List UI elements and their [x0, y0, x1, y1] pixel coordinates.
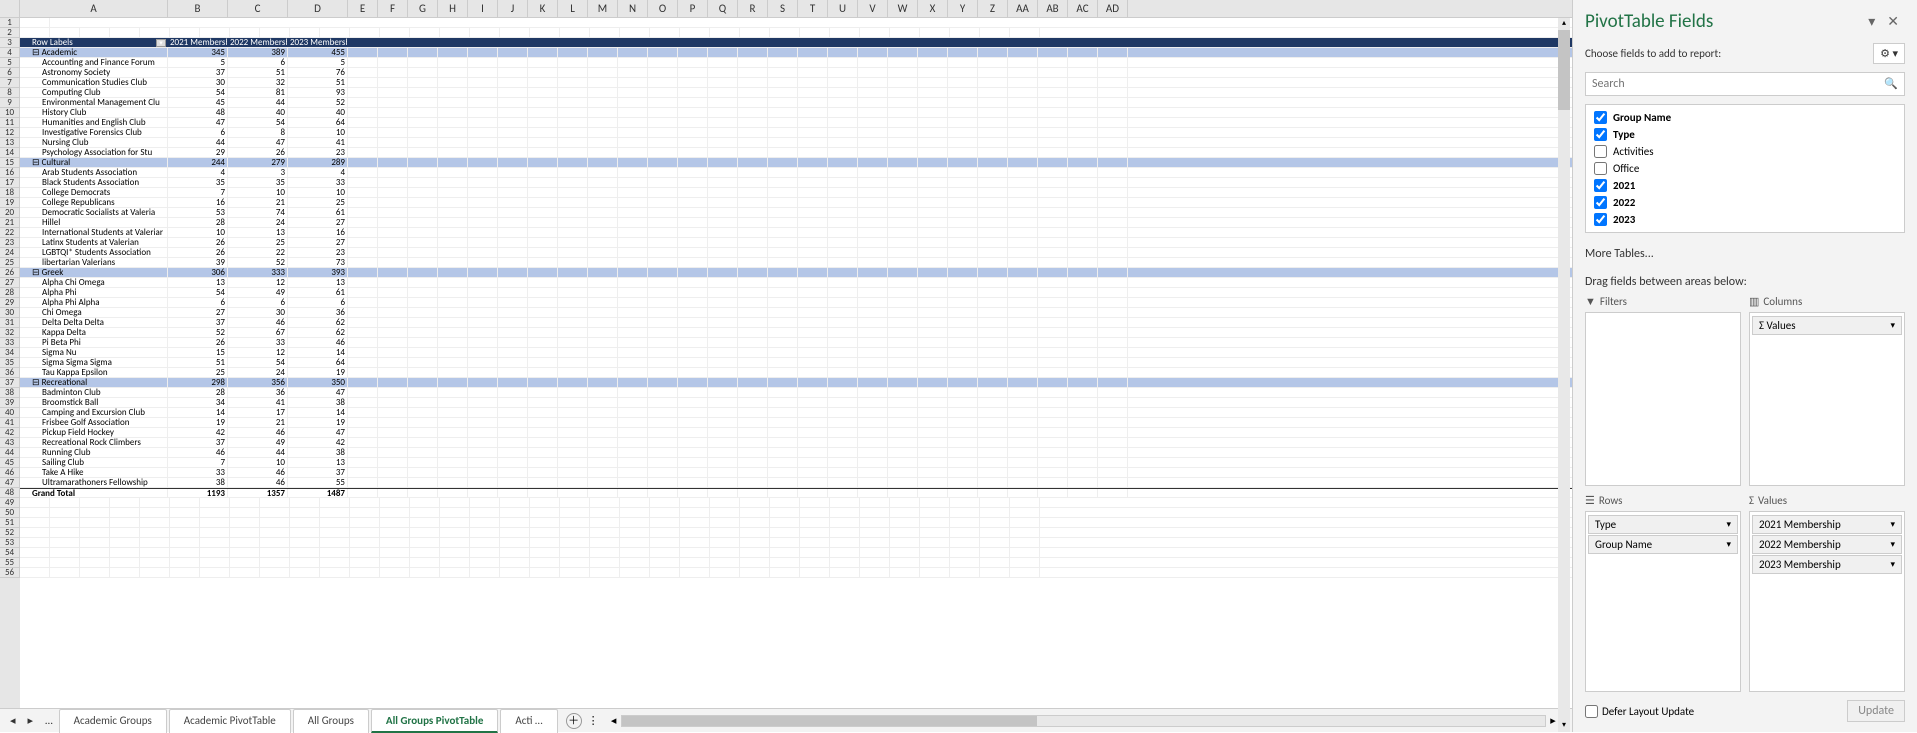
filters-area: ▼Filters: [1585, 295, 1741, 486]
col-Q[interactable]: Q: [708, 0, 738, 17]
field-item[interactable]: 2021: [1586, 177, 1904, 194]
rows-dropzone[interactable]: Type▾Group Name▾: [1585, 511, 1741, 692]
col-R[interactable]: R: [738, 0, 768, 17]
col-L[interactable]: L: [558, 0, 588, 17]
col-F[interactable]: F: [378, 0, 408, 17]
scroll-up-icon[interactable]: ▴: [1558, 18, 1570, 30]
columns-area: ▥Columns Σ Values▾: [1749, 295, 1905, 486]
col-AC[interactable]: AC: [1068, 0, 1098, 17]
defer-update-checkbox[interactable]: Defer Layout Update: [1585, 705, 1694, 718]
area-field-item[interactable]: 2021 Membership▾: [1752, 515, 1902, 534]
col-N[interactable]: N: [618, 0, 648, 17]
rowlabels-dropdown-icon[interactable]: ▾: [156, 39, 166, 47]
scroll-down-icon[interactable]: ▾: [1558, 720, 1570, 732]
tab-prev-icon[interactable]: ◂: [4, 714, 22, 727]
col-B[interactable]: B: [168, 0, 228, 17]
col-S[interactable]: S: [768, 0, 798, 17]
col-W[interactable]: W: [888, 0, 918, 17]
gear-icon[interactable]: ⚙ ▾: [1873, 43, 1905, 64]
hscroll-left-icon[interactable]: ◂: [607, 714, 621, 728]
area-field-item[interactable]: Group Name▾: [1588, 535, 1738, 554]
chevron-down-icon[interactable]: ▾: [1890, 539, 1895, 550]
chevron-down-icon[interactable]: ▾: [1890, 559, 1895, 570]
pane-dropdown-icon[interactable]: ▾: [1862, 13, 1881, 30]
col-M[interactable]: M: [588, 0, 618, 17]
chevron-down-icon[interactable]: ▾: [1890, 519, 1895, 530]
add-sheet-icon[interactable]: ＋: [566, 713, 582, 729]
pivottable-fields-pane: PivotTable Fields ▾ ✕ Choose fields to a…: [1572, 0, 1917, 732]
pane-subtitle: Choose fields to add to report:: [1585, 47, 1721, 60]
vertical-scrollbar[interactable]: ▴ ▾: [1558, 18, 1570, 732]
search-input[interactable]: [1586, 73, 1878, 95]
chevron-down-icon[interactable]: ▾: [1726, 519, 1731, 530]
field-item[interactable]: Group Name: [1586, 109, 1904, 126]
col-K[interactable]: K: [528, 0, 558, 17]
col-X[interactable]: X: [918, 0, 948, 17]
column-headers: ABCDEFGHIJKLMNOPQRSTUVWXYZAAABACAD: [0, 0, 1572, 18]
chevron-down-icon[interactable]: ▾: [1890, 320, 1895, 331]
sheet-tab[interactable]: Academic Groups: [59, 709, 167, 733]
search-icon[interactable]: 🔍: [1878, 73, 1904, 95]
col-V[interactable]: V: [858, 0, 888, 17]
more-tables-link[interactable]: More Tables...: [1585, 241, 1905, 267]
hscroll-thumb[interactable]: [622, 716, 1038, 726]
tab-next-icon[interactable]: ▸: [22, 714, 40, 727]
field-item[interactable]: Type: [1586, 126, 1904, 143]
col-T[interactable]: T: [798, 0, 828, 17]
vscroll-thumb[interactable]: [1558, 30, 1570, 110]
filters-dropzone[interactable]: [1585, 312, 1741, 486]
col-D[interactable]: D: [288, 0, 348, 17]
sheet-tab[interactable]: All Groups: [293, 709, 369, 733]
col-I[interactable]: I: [468, 0, 498, 17]
area-field-item[interactable]: Type▾: [1588, 515, 1738, 534]
field-item[interactable]: 2023: [1586, 211, 1904, 228]
drag-areas-label: Drag fields between areas below:: [1585, 275, 1905, 289]
cells-area[interactable]: Row Labels▾2021 Membership2022 Membershi…: [20, 18, 1572, 708]
col-G[interactable]: G: [408, 0, 438, 17]
col-AB[interactable]: AB: [1038, 0, 1068, 17]
field-item[interactable]: Office: [1586, 160, 1904, 177]
spreadsheet-grid: ABCDEFGHIJKLMNOPQRSTUVWXYZAAABACAD 12345…: [0, 0, 1572, 732]
field-list: Group NameTypeActivitiesOffice2021202220…: [1585, 104, 1905, 233]
col-Z[interactable]: Z: [978, 0, 1008, 17]
tabs-divider: ⋮: [588, 714, 599, 727]
columns-dropzone[interactable]: Σ Values▾: [1749, 312, 1905, 486]
col-P[interactable]: P: [678, 0, 708, 17]
values-area: ΣValues 2021 Membership▾2022 Membership▾…: [1749, 494, 1905, 692]
col-AA[interactable]: AA: [1008, 0, 1038, 17]
sheet-tab[interactable]: All Groups PivotTable: [371, 709, 498, 733]
tab-ellipsis[interactable]: …: [39, 714, 59, 727]
row-56[interactable]: 56: [0, 568, 20, 578]
col-E[interactable]: E: [348, 0, 378, 17]
col-Y[interactable]: Y: [948, 0, 978, 17]
area-field-item[interactable]: 2023 Membership▾: [1752, 555, 1902, 574]
horizontal-scrollbar[interactable]: ◂ ▸: [607, 714, 1560, 728]
pane-title: PivotTable Fields: [1585, 10, 1862, 33]
field-search[interactable]: 🔍: [1585, 72, 1905, 96]
area-field-item[interactable]: Σ Values▾: [1752, 316, 1902, 335]
values-icon: Σ: [1749, 494, 1754, 507]
field-item[interactable]: Activities: [1586, 143, 1904, 160]
columns-icon: ▥: [1749, 295, 1759, 308]
chevron-down-icon[interactable]: ▾: [1726, 539, 1731, 550]
col-C[interactable]: C: [228, 0, 288, 17]
sheet-tab[interactable]: Acti …: [500, 709, 557, 733]
col-J[interactable]: J: [498, 0, 528, 17]
rows-icon: ☰: [1585, 494, 1595, 507]
filter-icon: ▼: [1585, 295, 1596, 308]
sheet-tabs-bar: ◂ ▸ … Academic GroupsAcademic PivotTable…: [0, 708, 1572, 732]
col-A[interactable]: A: [20, 0, 168, 17]
col-AD[interactable]: AD: [1098, 0, 1128, 17]
update-button[interactable]: Update: [1847, 700, 1905, 722]
row-headers: 1234567891011121314151617181920212223242…: [0, 18, 20, 708]
col-O[interactable]: O: [648, 0, 678, 17]
area-field-item[interactable]: 2022 Membership▾: [1752, 535, 1902, 554]
close-icon[interactable]: ✕: [1881, 13, 1905, 30]
field-item[interactable]: 2022: [1586, 194, 1904, 211]
rows-area: ☰Rows Type▾Group Name▾: [1585, 494, 1741, 692]
col-U[interactable]: U: [828, 0, 858, 17]
col-H[interactable]: H: [438, 0, 468, 17]
values-dropzone[interactable]: 2021 Membership▾2022 Membership▾2023 Mem…: [1749, 511, 1905, 692]
sheet-tab[interactable]: Academic PivotTable: [169, 709, 291, 733]
